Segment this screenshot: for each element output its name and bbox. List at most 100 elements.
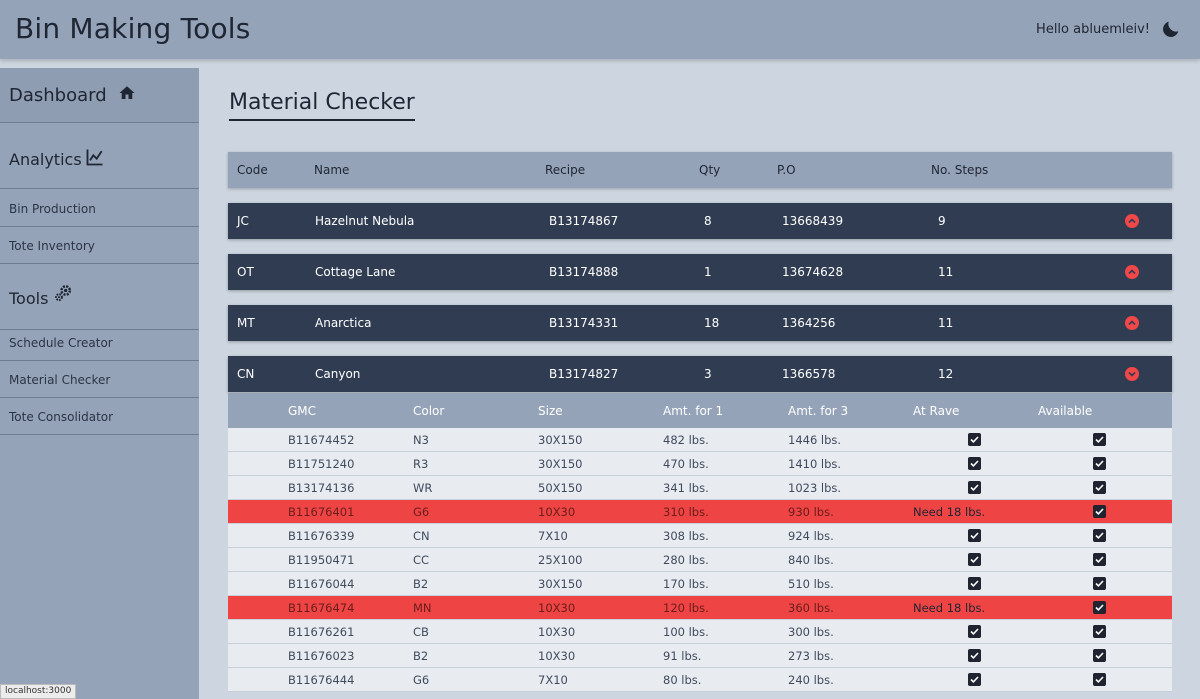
column-header-po: P.O bbox=[777, 163, 796, 177]
at-rave-checkbox[interactable] bbox=[968, 529, 981, 542]
order-name: Canyon bbox=[315, 367, 361, 381]
material-amt1: 310 lbs. bbox=[663, 505, 709, 519]
sidebar-item-label: Tote Consolidator bbox=[9, 410, 114, 424]
material-size: 25X100 bbox=[538, 553, 583, 567]
material-amt3: 300 lbs. bbox=[788, 625, 834, 639]
at-rave-need-text: Need 18 lbs. bbox=[913, 505, 986, 519]
material-gmc: B11676339 bbox=[288, 529, 355, 543]
column-header-available: Available bbox=[1038, 404, 1093, 418]
available-checkbox[interactable] bbox=[1093, 577, 1106, 590]
material-amt3: 840 lbs. bbox=[788, 553, 834, 567]
material-amt3: 1023 lbs. bbox=[788, 481, 842, 495]
available-checkbox[interactable] bbox=[1093, 505, 1106, 518]
sidebar-item-label: Tote Inventory bbox=[9, 239, 95, 253]
order-steps: 11 bbox=[938, 265, 954, 279]
available-checkbox[interactable] bbox=[1093, 481, 1106, 494]
sidebar-item-label: Bin Production bbox=[9, 202, 96, 216]
material-color: G6 bbox=[413, 505, 430, 519]
order-steps: 12 bbox=[938, 367, 954, 381]
material-row-alert: B11676474 MN 10X30 120 lbs. 360 lbs. Need 18 … bbox=[228, 596, 1172, 620]
column-header-code: Code bbox=[237, 163, 268, 177]
material-amt1: 100 lbs. bbox=[663, 625, 709, 639]
material-color: B2 bbox=[413, 649, 429, 663]
order-po: 13668439 bbox=[782, 214, 844, 228]
available-checkbox[interactable] bbox=[1093, 649, 1106, 662]
at-rave-checkbox[interactable] bbox=[968, 481, 981, 494]
at-rave-checkbox[interactable] bbox=[968, 433, 981, 446]
column-header-recipe: Recipe bbox=[545, 163, 586, 177]
column-header-qty: Qty bbox=[699, 163, 721, 177]
material-amt1: 482 lbs. bbox=[663, 433, 709, 447]
order-row[interactable]: CN Canyon B13174827 3 1366578 12 bbox=[228, 356, 1172, 392]
material-gmc: B11676401 bbox=[288, 505, 355, 519]
chevron-up-icon[interactable] bbox=[1125, 265, 1139, 279]
order-recipe: B13174827 bbox=[549, 367, 619, 381]
chevron-up-icon[interactable] bbox=[1125, 316, 1139, 330]
material-amt3: 240 lbs. bbox=[788, 673, 834, 687]
at-rave-checkbox[interactable] bbox=[968, 577, 981, 590]
gears-icon bbox=[55, 285, 72, 302]
available-checkbox[interactable] bbox=[1093, 625, 1106, 638]
available-checkbox[interactable] bbox=[1093, 529, 1106, 542]
order-code: OT bbox=[237, 265, 254, 279]
home-icon bbox=[119, 86, 135, 99]
available-checkbox[interactable] bbox=[1093, 433, 1106, 446]
available-checkbox[interactable] bbox=[1093, 457, 1106, 470]
material-amt1: 80 lbs. bbox=[663, 673, 702, 687]
material-amt3: 273 lbs. bbox=[788, 649, 834, 663]
order-row[interactable]: JC Hazelnut Nebula B13174867 8 13668439 9 bbox=[228, 203, 1172, 239]
material-color: CN bbox=[413, 529, 430, 543]
moon-icon[interactable] bbox=[1160, 18, 1182, 40]
column-header-at-rave: At Rave bbox=[913, 404, 960, 418]
available-checkbox[interactable] bbox=[1093, 673, 1106, 686]
material-amt3: 930 lbs. bbox=[788, 505, 834, 519]
sidebar-item-bin-production[interactable]: Bin Production bbox=[0, 190, 199, 227]
sidebar-item-tote-inventory[interactable]: Tote Inventory bbox=[0, 227, 199, 264]
material-color: B2 bbox=[413, 577, 429, 591]
material-size: 10X30 bbox=[538, 625, 576, 639]
order-name: Cottage Lane bbox=[315, 265, 396, 279]
at-rave-checkbox[interactable] bbox=[968, 553, 981, 566]
at-rave-checkbox[interactable] bbox=[968, 673, 981, 686]
order-po: 1366578 bbox=[782, 367, 836, 381]
order-row[interactable]: MT Anarctica B13174331 18 1364256 11 bbox=[228, 305, 1172, 341]
material-size: 50X150 bbox=[538, 481, 583, 495]
order-row[interactable]: OT Cottage Lane B13174888 1 13674628 11 bbox=[228, 254, 1172, 290]
top-bar: Bin Making Tools Hello abluemleiv! bbox=[0, 0, 1200, 59]
order-name: Anarctica bbox=[315, 316, 372, 330]
material-size: 10X30 bbox=[538, 505, 576, 519]
chart-line-icon bbox=[86, 149, 103, 166]
order-qty: 3 bbox=[704, 367, 712, 381]
order-code: JC bbox=[237, 214, 249, 228]
material-amt1: 280 lbs. bbox=[663, 553, 709, 567]
at-rave-checkbox[interactable] bbox=[968, 625, 981, 638]
sidebar-item-material-checker[interactable]: Material Checker bbox=[0, 361, 199, 398]
material-color: CC bbox=[413, 553, 430, 567]
material-row: B11676044 B2 30X150 170 lbs. 510 lbs. bbox=[228, 572, 1172, 596]
sidebar-item-tote-consolidator[interactable]: Tote Consolidator bbox=[0, 398, 199, 435]
chevron-down-icon[interactable] bbox=[1125, 367, 1139, 381]
available-checkbox[interactable] bbox=[1093, 553, 1106, 566]
material-gmc: B11950471 bbox=[288, 553, 355, 567]
material-gmc: B11676444 bbox=[288, 673, 355, 687]
material-row: B11676444 G6 7X10 80 lbs. 240 lbs. bbox=[228, 668, 1172, 692]
orders-table-header: Code Name Recipe Qty P.O No. Steps bbox=[228, 152, 1172, 188]
chevron-up-icon[interactable] bbox=[1125, 214, 1139, 228]
at-rave-checkbox[interactable] bbox=[968, 649, 981, 662]
material-color: R3 bbox=[413, 457, 429, 471]
sidebar-analytics-label: Analytics bbox=[9, 150, 82, 169]
at-rave-checkbox[interactable] bbox=[968, 457, 981, 470]
material-gmc: B11676044 bbox=[288, 577, 355, 591]
material-color: WR bbox=[413, 481, 433, 495]
order-recipe: B13174331 bbox=[549, 316, 619, 330]
material-gmc: B11751240 bbox=[288, 457, 355, 471]
material-amt1: 170 lbs. bbox=[663, 577, 709, 591]
app-title: Bin Making Tools bbox=[15, 12, 251, 45]
user-greeting: Hello abluemleiv! bbox=[1036, 22, 1150, 37]
sidebar-item-schedule-creator[interactable]: Schedule Creator bbox=[0, 324, 199, 361]
available-checkbox[interactable] bbox=[1093, 601, 1106, 614]
material-row: B11674452 N3 30X150 482 lbs. 1446 lbs. bbox=[228, 428, 1172, 452]
sidebar-item-dashboard[interactable]: Dashboard bbox=[0, 68, 199, 123]
material-amt1: 470 lbs. bbox=[663, 457, 709, 471]
order-qty: 8 bbox=[704, 214, 712, 228]
